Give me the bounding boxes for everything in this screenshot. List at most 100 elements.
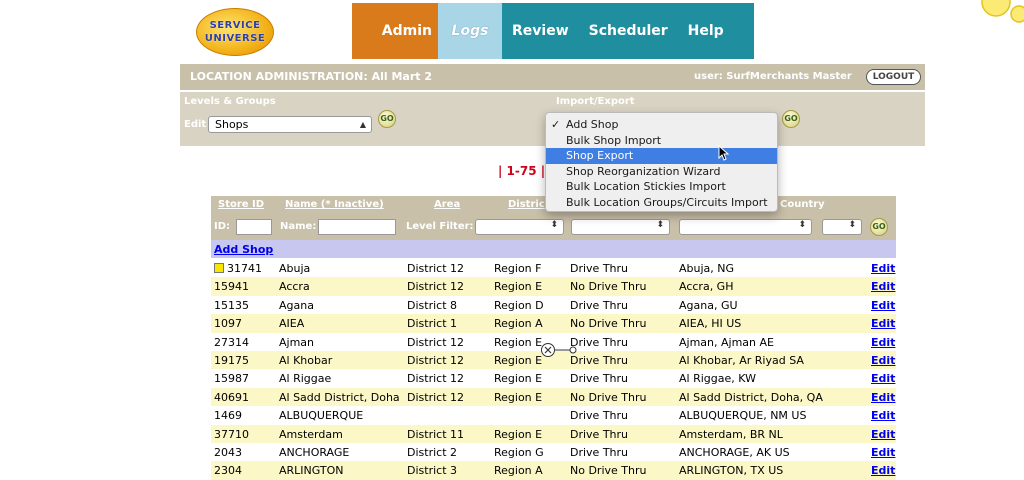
column-name[interactable]: Name (* Inactive) bbox=[285, 199, 384, 210]
edit-label: Edit bbox=[184, 119, 207, 130]
dropdown-option-add-shop[interactable]: ✓ Add Shop bbox=[546, 117, 777, 133]
drive-thru-cell: No Drive Thru bbox=[570, 390, 647, 404]
region-cell: Region E bbox=[494, 353, 543, 367]
shop-name-cell: ANCHORAGE bbox=[279, 445, 350, 459]
table-row: 15135 Agana District 8 Region D Drive Thru Ag… bbox=[211, 295, 896, 315]
store-id-text: 31741 bbox=[227, 262, 262, 275]
filter-id-label: ID: bbox=[214, 221, 231, 232]
level-filter-label: Level Filter: bbox=[406, 221, 474, 232]
table-row: 2043 ANCHORAGE District 2 Region G Drive Thr… bbox=[211, 442, 896, 462]
edit-link[interactable]: Edit bbox=[871, 262, 895, 275]
checkmark-icon: ✓ bbox=[551, 118, 561, 131]
store-id-cell: 37710 bbox=[214, 427, 249, 441]
edit-link[interactable]: Edit bbox=[871, 428, 895, 441]
edit-link[interactable]: Edit bbox=[871, 446, 895, 459]
drive-thru-cell: No Drive Thru bbox=[570, 464, 647, 478]
select-arrows-icon: ▲ bbox=[359, 120, 366, 129]
dropdown-option-groups-circuits-import[interactable]: Bulk Location Groups/Circuits Import bbox=[546, 195, 777, 211]
store-id-cell: 15941 bbox=[214, 280, 249, 294]
edit-link[interactable]: Edit bbox=[871, 391, 895, 404]
filter-name-label: Name: bbox=[280, 221, 317, 232]
table-row: 31741 Abuja District 12 Region F Drive Thru A… bbox=[211, 259, 896, 278]
import-export-dropdown[interactable]: ✓ Add Shop Bulk Shop Import Shop Export S… bbox=[545, 112, 778, 212]
store-id-cell: 1097 bbox=[214, 317, 242, 331]
edit-link[interactable]: Edit bbox=[871, 409, 895, 422]
country-filter-select[interactable]: ⬍ bbox=[822, 219, 862, 235]
add-shop-row bbox=[211, 240, 896, 258]
store-id-cell: 40691 bbox=[214, 390, 249, 404]
edit-link[interactable]: Edit bbox=[871, 299, 895, 312]
region-cell: Region E bbox=[494, 427, 543, 441]
filter-go-button[interactable]: GO bbox=[870, 218, 888, 236]
edit-link[interactable]: Edit bbox=[871, 336, 895, 349]
edit-link[interactable]: Edit bbox=[871, 464, 895, 477]
nav-logs[interactable]: Logs bbox=[438, 3, 502, 59]
store-id-cell: 15135 bbox=[214, 298, 249, 312]
mouse-cursor-icon bbox=[718, 144, 730, 165]
region-cell: Region A bbox=[494, 317, 543, 331]
service-universe-logo: SERVICE UNIVERSE bbox=[196, 8, 274, 56]
drive-thru-cell: Drive Thru bbox=[570, 445, 629, 459]
region-cell: Region D bbox=[494, 298, 544, 312]
import-export-go-button[interactable]: GO bbox=[782, 110, 800, 128]
filter-id-input[interactable] bbox=[236, 219, 272, 235]
levels-go-button[interactable]: GO bbox=[378, 110, 396, 128]
dropdown-option-bulk-shop-import[interactable]: Bulk Shop Import bbox=[546, 133, 777, 149]
area-cell: District 3 bbox=[407, 464, 458, 478]
level-filter-district-select[interactable]: ⬍ bbox=[571, 219, 670, 235]
store-id-cell: 19175 bbox=[214, 353, 249, 367]
nav-group: Review Scheduler Help bbox=[502, 3, 754, 59]
area-cell: District 1 bbox=[407, 317, 458, 331]
nav-review[interactable]: Review bbox=[502, 3, 579, 59]
levels-select-value: Shops bbox=[215, 118, 249, 131]
current-user: user: SurfMerchants Master bbox=[694, 71, 852, 82]
column-store-id[interactable]: Store ID bbox=[218, 199, 264, 210]
shop-table-body: 31741 Abuja District 12 Region F Drive Thru A… bbox=[211, 259, 896, 480]
sticky-note-icon[interactable] bbox=[214, 263, 224, 273]
store-id-cell: 27314 bbox=[214, 335, 249, 349]
level-filter-region-select[interactable]: ⬍ bbox=[679, 219, 812, 235]
area-cell: District 8 bbox=[407, 298, 458, 312]
edit-link[interactable]: Edit bbox=[871, 372, 895, 385]
import-export-label: Import/Export bbox=[556, 96, 635, 107]
drag-handle-icon[interactable] bbox=[540, 342, 580, 362]
table-row: 40691 Al Sadd District, Doha District 12 Re… bbox=[211, 387, 896, 407]
add-shop-link[interactable]: Add Shop bbox=[214, 243, 273, 256]
logout-button[interactable]: LOGOUT bbox=[866, 69, 921, 85]
store-id-cell: 2043 bbox=[214, 445, 242, 459]
nav-scheduler[interactable]: Scheduler bbox=[579, 3, 678, 59]
location-cell: Accra, GH bbox=[679, 280, 734, 294]
column-country[interactable]: Country bbox=[780, 199, 825, 210]
nav-admin[interactable]: Admin bbox=[352, 3, 438, 59]
store-id-cell: 2304 bbox=[214, 464, 242, 478]
level-filter-area-select[interactable]: ⬍ bbox=[475, 219, 564, 235]
page-title: LOCATION ADMINISTRATION: All Mart 2 bbox=[190, 70, 433, 83]
drive-thru-cell: Drive Thru bbox=[570, 262, 629, 275]
levels-select[interactable]: Shops ▲ bbox=[208, 116, 372, 133]
select-arrows-icon: ⬍ bbox=[656, 220, 664, 230]
dropdown-option-stickies-import[interactable]: Bulk Location Stickies Import bbox=[546, 179, 777, 195]
shop-name-cell: Amsterdam bbox=[279, 427, 343, 441]
region-cell: Region E bbox=[494, 280, 543, 294]
dropdown-option-shop-export[interactable]: Shop Export bbox=[546, 148, 777, 164]
shop-name-cell: Al Riggae bbox=[279, 372, 332, 386]
column-district[interactable]: Distric bbox=[508, 199, 545, 210]
dropdown-option-reorganization-wizard[interactable]: Shop Reorganization Wizard bbox=[546, 164, 777, 180]
logo-line-1: SERVICE bbox=[209, 20, 261, 31]
drive-thru-cell: Drive Thru bbox=[570, 298, 629, 312]
location-cell: Amsterdam, BR NL bbox=[679, 427, 783, 441]
shop-name-cell: Al Sadd District, Doha bbox=[279, 390, 400, 404]
edit-link[interactable]: Edit bbox=[871, 317, 895, 330]
area-cell: District 12 bbox=[407, 372, 465, 386]
pagination[interactable]: | 1-75 | bbox=[498, 164, 545, 178]
column-area[interactable]: Area bbox=[434, 199, 460, 210]
region-cell: Region F bbox=[494, 262, 542, 275]
edit-link[interactable]: Edit bbox=[871, 354, 895, 367]
edit-link[interactable]: Edit bbox=[871, 280, 895, 293]
area-cell: District 12 bbox=[407, 262, 465, 275]
nav-help[interactable]: Help bbox=[678, 3, 734, 59]
drive-thru-cell: No Drive Thru bbox=[570, 317, 647, 331]
location-cell: ALBUQUERQUE, NM US bbox=[679, 409, 807, 423]
filter-name-input[interactable] bbox=[318, 219, 396, 235]
location-cell: Ajman, Ajman AE bbox=[679, 335, 774, 349]
